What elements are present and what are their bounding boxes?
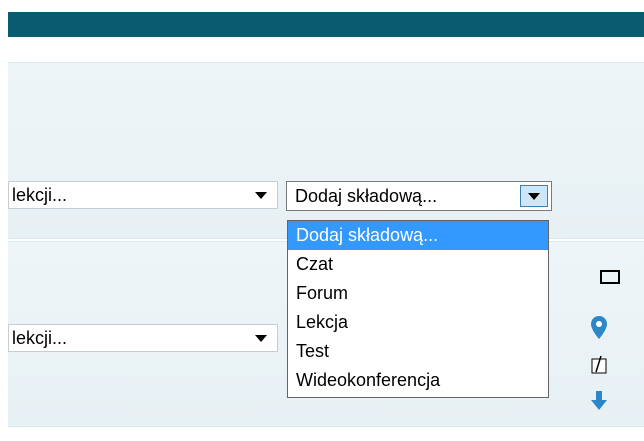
dropdown-option[interactable]: Czat bbox=[288, 250, 548, 279]
lesson-select-2-value: lekcji... bbox=[12, 327, 68, 348]
add-component-select[interactable]: Dodaj składową... bbox=[286, 181, 552, 211]
chevron-down-icon bbox=[528, 192, 540, 200]
edit-icon[interactable] bbox=[590, 355, 608, 375]
dropdown-option[interactable]: Wideokonferencja bbox=[288, 366, 548, 395]
download-arrow-icon[interactable] bbox=[590, 390, 608, 412]
top-bar bbox=[8, 12, 644, 37]
dropdown-option[interactable]: Forum bbox=[288, 279, 548, 308]
dropdown-toggle-button[interactable] bbox=[520, 185, 548, 207]
lesson-select-2[interactable]: lekcji... bbox=[8, 324, 278, 352]
dropdown-option[interactable]: Lekcja bbox=[288, 308, 548, 337]
dropdown-option[interactable]: Dodaj składową... bbox=[288, 221, 548, 250]
chevron-down-icon bbox=[255, 334, 267, 342]
lesson-select-1[interactable]: lekcji... bbox=[8, 181, 278, 209]
dropdown-option[interactable]: Test bbox=[288, 337, 548, 366]
section-1 bbox=[8, 62, 644, 239]
square-icon[interactable] bbox=[600, 270, 620, 284]
add-component-select-value: Dodaj składową... bbox=[295, 185, 438, 206]
chevron-down-icon bbox=[255, 191, 267, 199]
lesson-select-1-value: lekcji... bbox=[12, 184, 68, 205]
location-pin-icon[interactable] bbox=[590, 315, 608, 341]
page: lekcji... Dodaj składową... Dodaj składo… bbox=[0, 0, 644, 441]
add-component-dropdown: Dodaj składową... Czat Forum Lekcja Test… bbox=[287, 220, 549, 398]
